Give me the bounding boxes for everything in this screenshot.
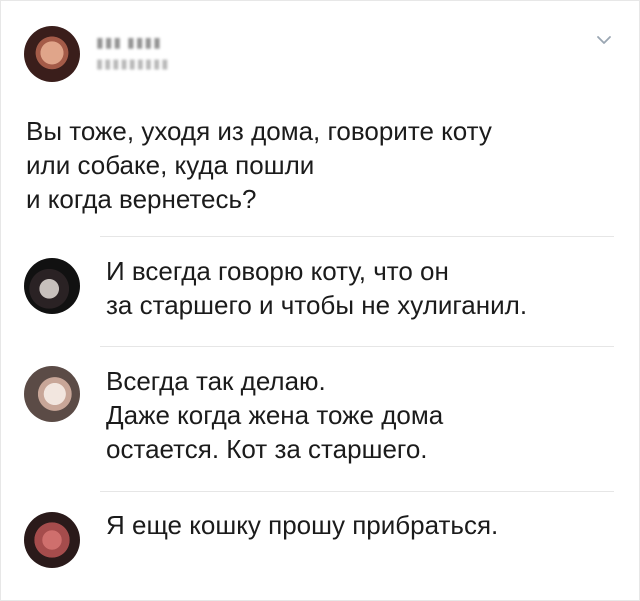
- divider: [100, 236, 614, 237]
- author-name-blurred: ▮▮▮ ▮▮▮▮: [96, 34, 162, 50]
- reply-avatar[interactable]: [24, 512, 80, 568]
- reply-text: И всегда говорю коту, что он за старшего…: [106, 256, 528, 320]
- chevron-down-icon[interactable]: [594, 30, 614, 50]
- divider: [100, 346, 614, 347]
- reply-text: Я еще кошку прошу прибраться.: [106, 510, 499, 540]
- author-handle-blurred: ▮▮▮▮▮▮▮▮▮: [96, 56, 170, 71]
- reply-avatar[interactable]: [24, 366, 80, 422]
- author-avatar[interactable]: [24, 26, 80, 82]
- reply-avatar[interactable]: [24, 258, 80, 314]
- reply-text: Всегда так делаю. Даже когда жена тоже д…: [106, 366, 444, 464]
- tweet-text: Вы тоже, уходя из дома, говорите коту ил…: [26, 116, 492, 214]
- divider: [100, 491, 614, 492]
